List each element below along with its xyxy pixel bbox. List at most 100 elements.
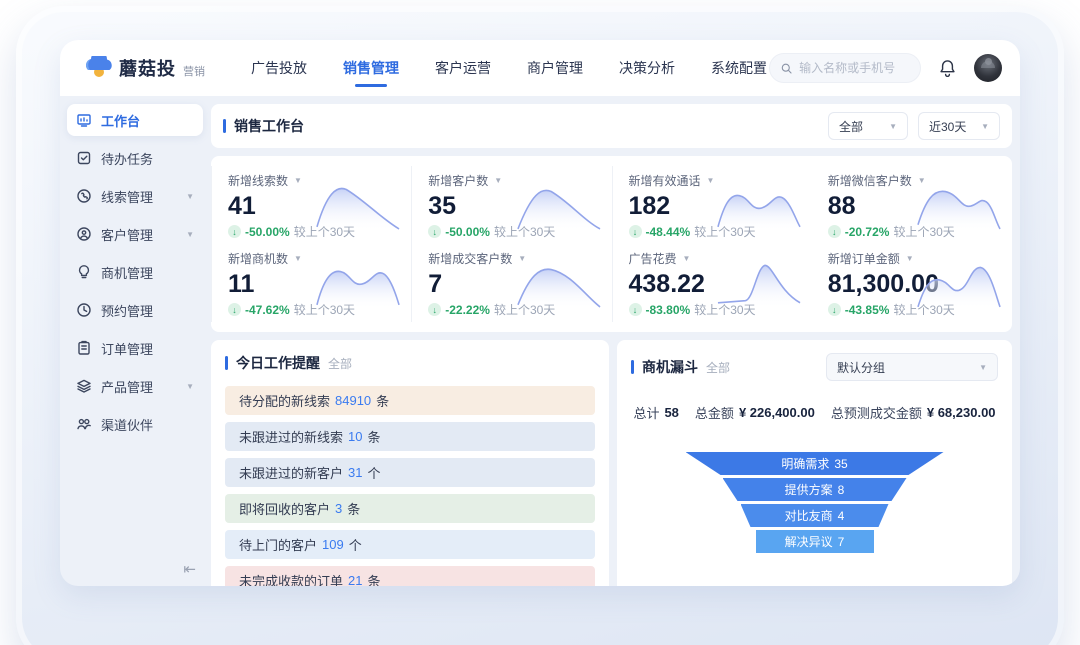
funnel-chart: 明确需求 35 提供方案 8 对比友商 4 [631, 452, 998, 553]
page-title-wrap: 销售工作台 [223, 116, 304, 136]
reminder-text: 未跟进过的新线索 [239, 427, 343, 446]
arrow-down-icon: ↓ [428, 303, 441, 316]
notification-bell-button[interactable] [939, 59, 956, 77]
nav-item-customer-ops[interactable]: 客户运营 [435, 40, 491, 96]
change-percent: -20.72% [845, 225, 890, 239]
reminders-title: 今日工作提醒 [236, 353, 320, 373]
chevron-down-icon: ▼ [683, 254, 691, 263]
reminder-text: 未完成收款的订单 [239, 571, 343, 586]
change-percent: -48.44% [646, 225, 691, 239]
sidebar-item-channel-partners[interactable]: 渠道伙伴 [67, 408, 203, 440]
change-percent: -43.85% [845, 303, 890, 317]
sidebar-collapse-button[interactable]: ⇤ [183, 560, 196, 578]
reminder-row[interactable]: 待分配的新线索 84910 条 [225, 386, 595, 415]
sidebar-item-orders[interactable]: 订单管理 [67, 332, 203, 364]
reminder-text: 待上门的客户 [239, 535, 317, 554]
sparkline-chart [315, 177, 401, 231]
reminder-unit: 个 [349, 535, 362, 554]
nav-item-ads[interactable]: 广告投放 [251, 40, 307, 96]
stat-ad-spend: 广告花费 ▼ 438.22 ↓ -83.80% 较上个30天 [612, 244, 812, 322]
title-accent-bar [225, 356, 228, 370]
user-avatar[interactable] [974, 54, 1002, 82]
sidebar-item-label: 商机管理 [101, 263, 153, 282]
work-reminders-panel: 今日工作提醒 全部 待分配的新线索 84910 条 未跟进过的新线索 [211, 340, 609, 586]
stage-label: 提供方案 [785, 481, 833, 498]
reminder-count: 109 [322, 537, 344, 552]
reminder-row[interactable]: 未跟进过的新客户 31 个 [225, 458, 595, 487]
bell-icon [939, 59, 956, 77]
reminders-list: 待分配的新线索 84910 条 未跟进过的新线索 10 条 未跟进过的新客户 [225, 386, 595, 586]
arrow-down-icon: ↓ [228, 303, 241, 316]
main-content: 销售工作台 全部 ▼ 近30天 ▼ [208, 96, 1020, 586]
sidebar-item-leads[interactable]: 线索管理 ▼ [67, 180, 203, 212]
stage-label: 解决异议 [785, 533, 833, 550]
stat-new-leads: 新增线索数 ▼ 41 ↓ -50.00% 较上个30天 [211, 166, 411, 244]
stat-label: 新增微信客户数 [828, 172, 912, 189]
sidebar-item-todo[interactable]: 待办任务 [67, 142, 203, 174]
stage-value: 35 [834, 457, 847, 471]
funnel-stage-resolve-objections: 解决异议 7 [756, 530, 874, 553]
reminder-row[interactable]: 即将回收的客户 3 条 [225, 494, 595, 523]
chevron-down-icon: ▼ [494, 176, 502, 185]
arrow-down-icon: ↓ [228, 225, 241, 238]
opportunity-icon [76, 264, 92, 280]
reminders-scope-label: 全部 [328, 355, 352, 372]
stage-value: 7 [838, 535, 845, 549]
change-percent: -22.22% [445, 303, 490, 317]
nav-item-settings[interactable]: 系统配置 [711, 40, 767, 96]
reminder-unit: 个 [367, 463, 380, 482]
customer-icon [76, 226, 92, 242]
opportunity-funnel-panel: 商机漏斗 全部 默认分组 ▼ 总计 58 [617, 340, 1012, 586]
summary-value: 58 [664, 405, 678, 420]
sidebar-item-customers[interactable]: 客户管理 ▼ [67, 218, 203, 250]
todo-icon [76, 150, 92, 166]
reminder-row[interactable]: 待上门的客户 109 个 [225, 530, 595, 559]
reminder-row[interactable]: 未跟进过的新线索 10 条 [225, 422, 595, 451]
stat-label: 广告花费 [629, 250, 677, 267]
sidebar: 工作台 待办任务 线索管理 ▼ [60, 96, 208, 586]
brand-logo: 蘑菇投 营销 [86, 55, 205, 81]
stat-label: 新增商机数 [228, 250, 288, 267]
funnel-total-count: 总计 58 [633, 403, 678, 422]
brand-name: 蘑菇投 [119, 55, 176, 81]
global-search[interactable] [769, 53, 921, 83]
stat-new-opportunities: 新增商机数 ▼ 11 ↓ -47.62% 较上个30天 [211, 244, 411, 322]
chevron-down-icon: ▼ [186, 382, 194, 391]
nav-item-analytics[interactable]: 决策分析 [619, 40, 675, 96]
nav-item-sales[interactable]: 销售管理 [343, 40, 399, 96]
funnel-group-select[interactable]: 默认分组 ▼ [826, 353, 998, 381]
stat-valid-calls: 新增有效通话 ▼ 182 ↓ -48.44% 较上个30天 [612, 166, 812, 244]
sidebar-item-appointments[interactable]: 预约管理 [67, 294, 203, 326]
search-input[interactable] [799, 61, 909, 75]
sidebar-item-opportunities[interactable]: 商机管理 [67, 256, 203, 288]
reminder-unit: 条 [367, 427, 380, 446]
page-filters: 全部 ▼ 近30天 ▼ [828, 112, 1000, 140]
summary-label: 总金额 [695, 403, 734, 422]
chevron-down-icon: ▼ [979, 363, 987, 372]
reminder-text: 即将回收的客户 [239, 499, 330, 518]
nav-item-merchant[interactable]: 商户管理 [527, 40, 583, 96]
summary-value: ¥ 226,400.00 [739, 405, 815, 420]
reminder-count: 31 [348, 465, 362, 480]
reminder-row[interactable]: 未完成收款的订单 21 条 [225, 566, 595, 586]
stat-new-customers: 新增客户数 ▼ 35 ↓ -50.00% 较上个30天 [411, 166, 611, 244]
stage-label: 对比友商 [785, 507, 833, 524]
summary-label: 总预测成交金额 [831, 403, 922, 422]
sidebar-item-label: 预约管理 [101, 301, 153, 320]
stat-label: 新增客户数 [428, 172, 488, 189]
chevron-down-icon: ▼ [906, 254, 914, 263]
chevron-down-icon: ▼ [186, 192, 194, 201]
reminder-count: 10 [348, 429, 362, 444]
sidebar-item-products[interactable]: 产品管理 ▼ [67, 370, 203, 402]
reminder-count: 3 [335, 501, 342, 516]
date-range-select[interactable]: 近30天 ▼ [918, 112, 1000, 140]
stage-label: 明确需求 [781, 455, 829, 472]
sidebar-item-label: 客户管理 [101, 225, 153, 244]
product-icon [76, 378, 92, 394]
workbench-icon [76, 112, 92, 128]
scope-filter-select[interactable]: 全部 ▼ [828, 112, 908, 140]
sparkline-chart [916, 177, 1002, 231]
app-window: 蘑菇投 营销 广告投放 销售管理 客户运营 商户管理 决策分析 系统配置 [60, 40, 1020, 586]
bottom-panels: 今日工作提醒 全部 待分配的新线索 84910 条 未跟进过的新线索 [211, 340, 1012, 586]
sidebar-item-workbench[interactable]: 工作台 [67, 104, 203, 136]
